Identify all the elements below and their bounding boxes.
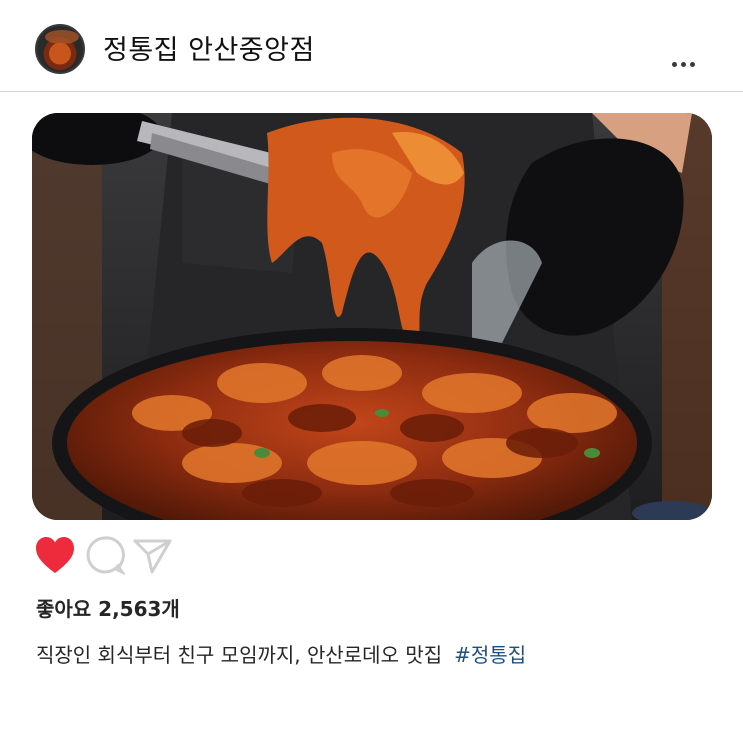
post-photo[interactable] <box>32 113 712 520</box>
caption-text: 직장인 회식부터 친구 모임까지, 안산로데오 맛집 <box>36 643 443 667</box>
heart-filled-icon[interactable] <box>34 535 76 579</box>
hashtag-link[interactable]: #정통집 <box>454 643 526 667</box>
post-header: 정통집 안산중앙점 <box>0 0 743 92</box>
like-count[interactable]: 좋아요 2,563개 <box>36 594 180 624</box>
post-actions <box>0 535 743 581</box>
more-options-icon[interactable] <box>672 52 699 71</box>
header-divider <box>0 91 743 92</box>
account-name[interactable]: 정통집 안산중앙점 <box>103 33 315 69</box>
paper-plane-icon[interactable] <box>132 535 174 579</box>
food-photo-illustration <box>32 113 712 520</box>
comment-bubble-icon[interactable] <box>85 535 127 579</box>
profile-avatar[interactable] <box>35 24 85 74</box>
post-caption: 직장인 회식부터 친구 모임까지, 안산로데오 맛집 #정통집 <box>36 640 526 670</box>
